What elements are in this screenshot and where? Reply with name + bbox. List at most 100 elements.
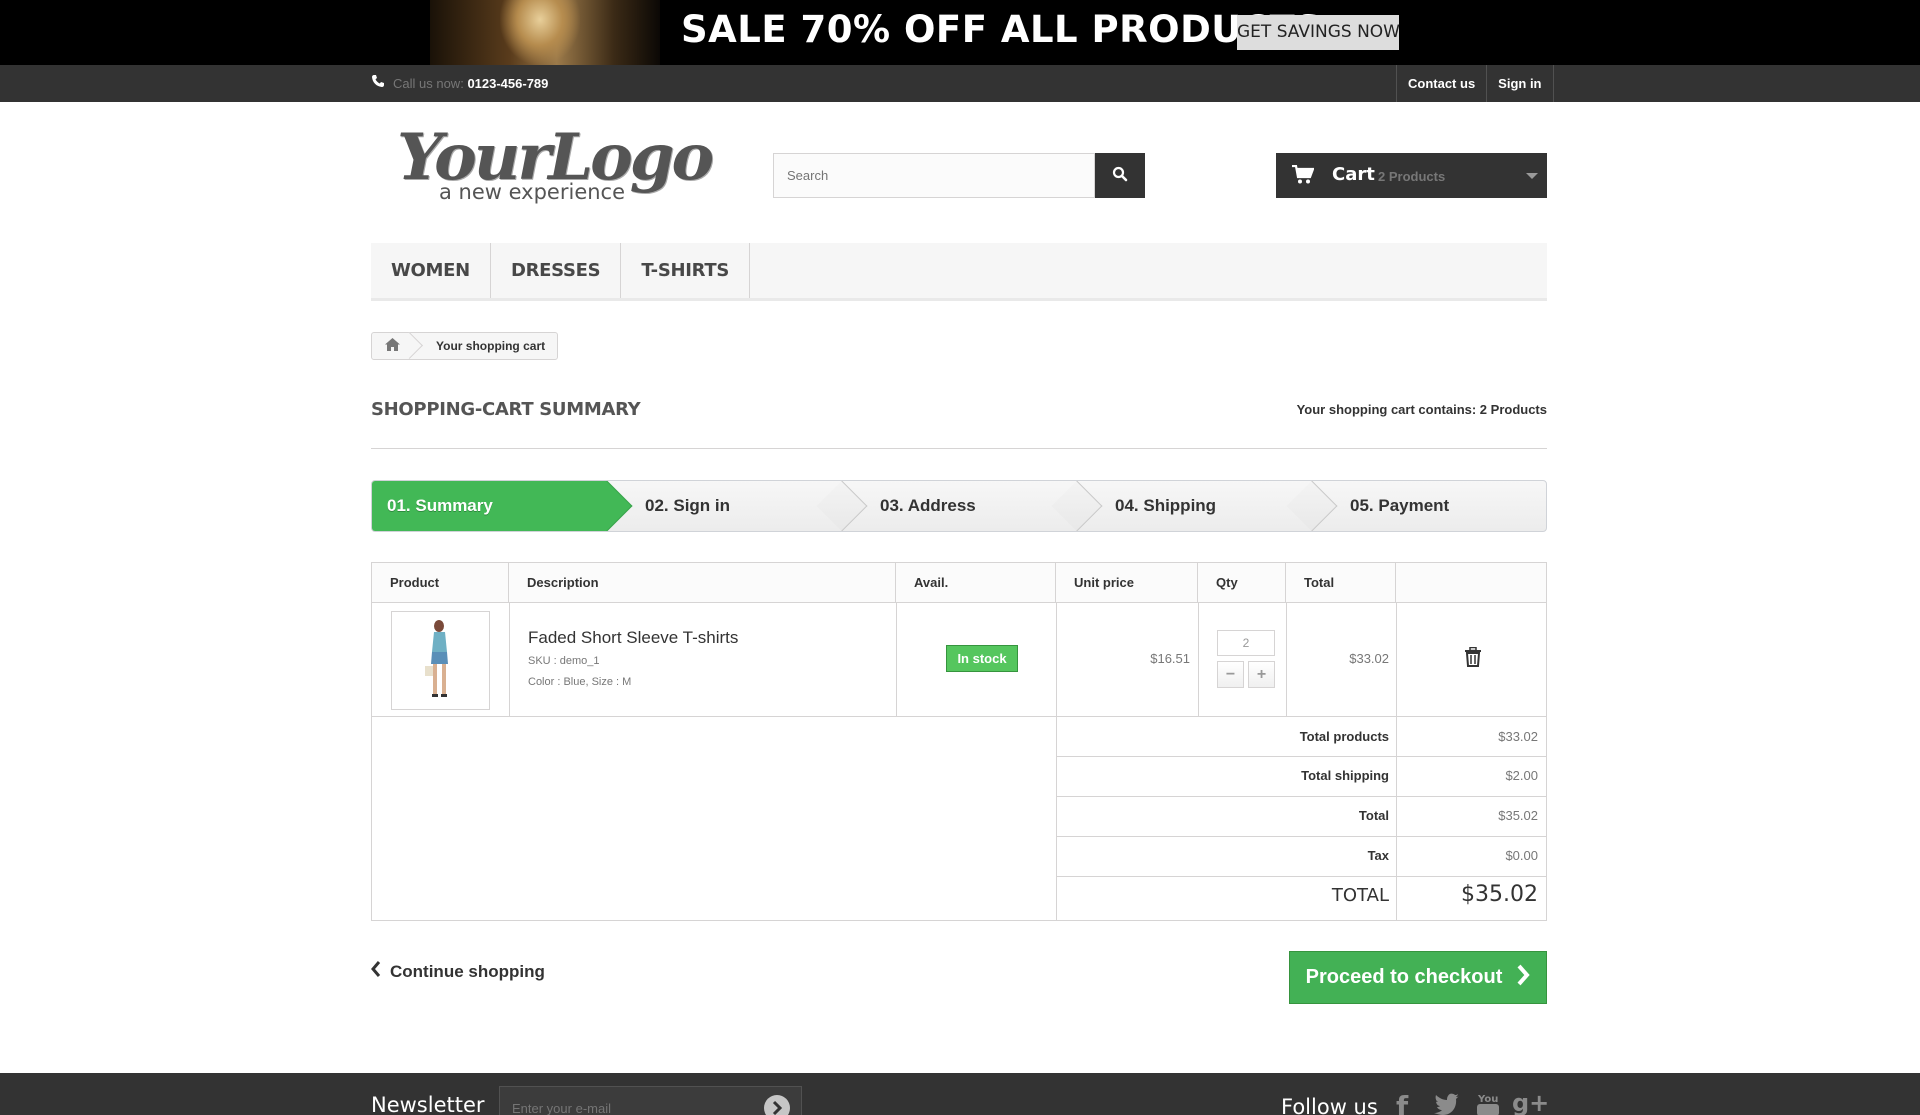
get-savings-button[interactable]: GET SAVINGS NOW xyxy=(1237,15,1400,50)
phone-number: 0123-456-789 xyxy=(467,76,549,91)
page-title: SHOPPING-CART SUMMARY xyxy=(371,399,641,420)
cart-count: 2 Products xyxy=(1378,169,1446,184)
top-nav-bar: Call us now: 0123-456-789 Contact us Sig… xyxy=(0,65,1920,102)
site-logo[interactable]: YourLogo a new experience xyxy=(397,120,714,212)
total-label: Total xyxy=(1358,808,1389,823)
search-bar xyxy=(773,153,1145,198)
divider xyxy=(372,716,1546,717)
heading-divider xyxy=(371,448,1547,449)
divider xyxy=(1396,603,1397,921)
search-icon xyxy=(1112,166,1128,185)
divider xyxy=(1056,796,1546,797)
quantity-decrease-button[interactable]: − xyxy=(1217,661,1244,688)
divider xyxy=(896,603,897,716)
cart-dropdown[interactable]: Cart 2 Products xyxy=(1276,153,1547,198)
header-description: Description xyxy=(509,563,896,603)
proceed-to-checkout-button[interactable]: Proceed to checkout xyxy=(1289,951,1547,1004)
step-label: 04. Shipping xyxy=(1115,496,1217,515)
step-label: 01. Summary xyxy=(387,496,493,515)
step-sign-in[interactable]: 02. Sign in xyxy=(607,481,868,531)
quantity-increase-button[interactable]: + xyxy=(1248,661,1275,688)
total-shipping-label: Total shipping xyxy=(1301,768,1389,783)
account-links: Contact us Sign in xyxy=(1396,65,1554,102)
promo-banner[interactable]: SALE 70% OFF ALL PRODUCTS GET SAVINGS NO… xyxy=(0,0,1920,65)
cart-table: Product Description Avail. Unit price Qt… xyxy=(371,562,1547,921)
quantity-input[interactable] xyxy=(1217,630,1275,656)
step-summary[interactable]: 01. Summary xyxy=(372,481,633,531)
unit-price: $16.51 xyxy=(1150,651,1190,666)
trash-icon xyxy=(1464,646,1482,670)
grand-total-value: $35.02 xyxy=(1461,882,1538,907)
contact-us-link[interactable]: Contact us xyxy=(1396,65,1486,102)
divider xyxy=(1056,756,1546,757)
newsletter-title: Newsletter xyxy=(371,1093,485,1115)
footer: Newsletter Follow us f You g+ xyxy=(0,1073,1920,1115)
header-unit-price: Unit price xyxy=(1056,563,1198,603)
newsletter-email-input[interactable] xyxy=(499,1086,802,1115)
checkout-label: Proceed to checkout xyxy=(1305,966,1503,988)
twitter-icon[interactable] xyxy=(1434,1093,1460,1115)
total-shipping-value: $2.00 xyxy=(1505,768,1538,783)
divider xyxy=(509,603,510,716)
total-value: $35.02 xyxy=(1498,808,1538,823)
chevron-down-icon xyxy=(1526,173,1538,179)
call-label: Call us now: xyxy=(393,76,464,91)
menu-item-tshirts[interactable]: T-SHIRTS xyxy=(621,243,751,298)
facebook-icon[interactable]: f xyxy=(1396,1090,1408,1115)
tax-value: $0.00 xyxy=(1505,848,1538,863)
sign-in-link[interactable]: Sign in xyxy=(1486,65,1554,102)
cart-icon xyxy=(1292,164,1315,188)
step-label: 03. Address xyxy=(880,496,976,515)
header-total: Total xyxy=(1286,563,1396,603)
breadcrumb-current: Your shopping cart xyxy=(436,339,546,353)
tax-label: Tax xyxy=(1367,848,1389,863)
chevron-right-icon xyxy=(1516,964,1531,992)
promo-text: SALE 70% OFF ALL PRODUCTS xyxy=(681,8,1323,51)
product-name[interactable]: Faded Short Sleeve T-shirts xyxy=(528,628,738,648)
breadcrumb: Your shopping cart xyxy=(371,332,559,360)
svg-text:You: You xyxy=(1477,1094,1498,1105)
divider xyxy=(1056,836,1546,837)
product-image[interactable] xyxy=(391,611,490,710)
breadcrumb-home[interactable] xyxy=(372,333,412,359)
product-sku: SKU : demo_1 xyxy=(528,655,600,667)
step-payment[interactable]: 05. Payment xyxy=(1312,481,1546,531)
google-plus-icon[interactable]: g+ xyxy=(1512,1089,1549,1115)
search-input[interactable] xyxy=(773,153,1095,198)
divider xyxy=(1056,876,1546,877)
phone-icon xyxy=(371,65,387,102)
checkout-steps: 01. Summary 02. Sign in 03. Address 04. … xyxy=(371,480,1547,532)
main-menu: WOMEN DRESSES T-SHIRTS xyxy=(371,243,1547,301)
step-shipping[interactable]: 04. Shipping xyxy=(1077,481,1338,531)
availability-badge: In stock xyxy=(946,645,1018,672)
continue-shopping-label: Continue shopping xyxy=(390,961,545,981)
call-us: Call us now: 0123-456-789 xyxy=(371,65,548,102)
grand-total-label: TOTAL xyxy=(1331,885,1389,906)
total-products-value: $33.02 xyxy=(1498,729,1538,744)
search-button[interactable] xyxy=(1095,153,1145,198)
header-product: Product xyxy=(372,563,509,603)
delete-item-button[interactable] xyxy=(1464,646,1482,670)
follow-us-title: Follow us xyxy=(1281,1095,1378,1115)
newsletter-submit-button[interactable] xyxy=(764,1095,790,1115)
table-header: Product Description Avail. Unit price Qt… xyxy=(372,563,1546,603)
arrow-right-icon xyxy=(764,1100,790,1115)
plus-icon: + xyxy=(1256,666,1267,683)
total-products-label: Total products xyxy=(1299,729,1389,744)
product-attributes[interactable]: Color : Blue, Size : M xyxy=(528,676,631,688)
divider xyxy=(1198,603,1199,716)
cart-contains-summary: Your shopping cart contains: 2 Products xyxy=(1296,402,1547,417)
continue-shopping-link[interactable]: Continue shopping xyxy=(371,961,545,982)
menu-item-women[interactable]: WOMEN xyxy=(371,243,491,298)
menu-item-dresses[interactable]: DRESSES xyxy=(491,243,622,298)
cart-title: Cart xyxy=(1332,164,1375,185)
step-label: 05. Payment xyxy=(1350,496,1450,515)
step-label: 02. Sign in xyxy=(645,496,731,515)
header-availability: Avail. xyxy=(896,563,1056,603)
chevron-left-icon xyxy=(371,961,381,982)
step-address[interactable]: 03. Address xyxy=(842,481,1103,531)
logo-tagline: a new experience xyxy=(439,180,626,204)
minus-icon: − xyxy=(1225,666,1236,683)
youtube-icon[interactable]: You xyxy=(1476,1091,1500,1115)
home-icon xyxy=(384,338,400,354)
